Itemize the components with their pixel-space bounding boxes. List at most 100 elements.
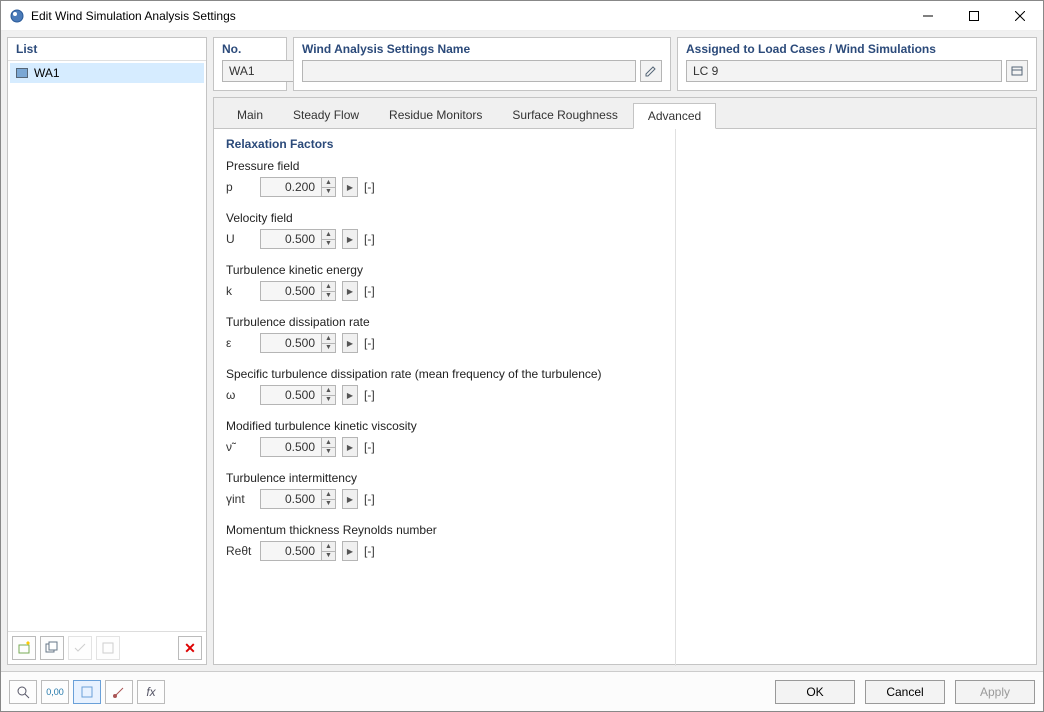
- param-unit: [-]: [364, 180, 375, 194]
- titlebar: Edit Wind Simulation Analysis Settings: [1, 1, 1043, 31]
- param-label: Turbulence intermittency: [226, 471, 663, 485]
- param-unit: [-]: [364, 492, 375, 506]
- footer-tool-button-1[interactable]: [105, 680, 133, 704]
- ok-button[interactable]: OK: [775, 680, 855, 704]
- footer-units-button[interactable]: 0,00: [41, 680, 69, 704]
- param-spinner[interactable]: ▲▼: [260, 229, 336, 249]
- param-spinner[interactable]: ▲▼: [260, 333, 336, 353]
- assigned-input[interactable]: [686, 60, 1002, 82]
- name-label: Wind Analysis Settings Name: [302, 42, 662, 56]
- param-block: Specific turbulence dissipation rate (me…: [226, 367, 663, 405]
- param-step-button[interactable]: ▶: [342, 229, 358, 249]
- list-header: List: [8, 38, 206, 61]
- footer-search-button[interactable]: [9, 680, 37, 704]
- item-icon: [16, 68, 28, 78]
- spinner-up-icon[interactable]: ▲: [322, 178, 335, 188]
- spinner-up-icon[interactable]: ▲: [322, 438, 335, 448]
- param-unit: [-]: [364, 440, 375, 454]
- assigned-label: Assigned to Load Cases / Wind Simulation…: [686, 42, 1028, 56]
- param-input[interactable]: [260, 229, 322, 249]
- param-block: Pressure fieldp▲▼▶[-]: [226, 159, 663, 197]
- param-symbol: γint: [226, 492, 254, 506]
- tab-surface-roughness[interactable]: Surface Roughness: [497, 102, 632, 128]
- maximize-button[interactable]: [951, 1, 997, 31]
- param-unit: [-]: [364, 284, 375, 298]
- cancel-button[interactable]: Cancel: [865, 680, 945, 704]
- footer: 0,00 fx OK Cancel Apply: [1, 671, 1043, 711]
- footer-view-button[interactable]: [73, 680, 101, 704]
- param-unit: [-]: [364, 336, 375, 350]
- new-item-button[interactable]: [12, 636, 36, 660]
- param-step-button[interactable]: ▶: [342, 489, 358, 509]
- spinner-up-icon[interactable]: ▲: [322, 282, 335, 292]
- toolbar-button-4: [96, 636, 120, 660]
- param-spinner[interactable]: ▲▼: [260, 385, 336, 405]
- param-input[interactable]: [260, 281, 322, 301]
- param-step-button[interactable]: ▶: [342, 541, 358, 561]
- edit-name-button[interactable]: [640, 60, 662, 82]
- param-step-button[interactable]: ▶: [342, 385, 358, 405]
- list-panel: List WA1 ✕: [7, 37, 207, 665]
- spinner-up-icon[interactable]: ▲: [322, 542, 335, 552]
- param-step-button[interactable]: ▶: [342, 281, 358, 301]
- tab-residue-monitors[interactable]: Residue Monitors: [374, 102, 497, 128]
- spinner-up-icon[interactable]: ▲: [322, 334, 335, 344]
- param-step-button[interactable]: ▶: [342, 177, 358, 197]
- tab-main[interactable]: Main: [222, 102, 278, 128]
- param-spinner[interactable]: ▲▼: [260, 281, 336, 301]
- param-block: Turbulence kinetic energyk▲▼▶[-]: [226, 263, 663, 301]
- param-symbol: ε: [226, 336, 254, 350]
- spinner-down-icon[interactable]: ▼: [322, 344, 335, 353]
- main-panel: Main Steady Flow Residue Monitors Surfac…: [213, 97, 1037, 665]
- app-icon: [9, 8, 25, 24]
- list-item-label: WA1: [34, 66, 60, 80]
- minimize-button[interactable]: [905, 1, 951, 31]
- param-spinner[interactable]: ▲▼: [260, 489, 336, 509]
- param-input[interactable]: [260, 489, 322, 509]
- param-spinner[interactable]: ▲▼: [260, 437, 336, 457]
- spinner-down-icon[interactable]: ▼: [322, 396, 335, 405]
- tab-steady-flow[interactable]: Steady Flow: [278, 102, 374, 128]
- param-input[interactable]: [260, 437, 322, 457]
- assigned-picker-button[interactable]: [1006, 60, 1028, 82]
- param-label: Velocity field: [226, 211, 663, 225]
- param-symbol: ω: [226, 388, 254, 402]
- tab-advanced[interactable]: Advanced: [633, 103, 716, 129]
- param-symbol: ν̃: [226, 440, 254, 454]
- tabs: Main Steady Flow Residue Monitors Surfac…: [214, 98, 1036, 128]
- close-button[interactable]: [997, 1, 1043, 31]
- footer-fx-button[interactable]: fx: [137, 680, 165, 704]
- param-input[interactable]: [260, 333, 322, 353]
- param-input[interactable]: [260, 541, 322, 561]
- spinner-up-icon[interactable]: ▲: [322, 490, 335, 500]
- param-input[interactable]: [260, 177, 322, 197]
- spinner-down-icon[interactable]: ▼: [322, 188, 335, 197]
- param-step-button[interactable]: ▶: [342, 333, 358, 353]
- spinner-down-icon[interactable]: ▼: [322, 240, 335, 249]
- spinner-down-icon[interactable]: ▼: [322, 448, 335, 457]
- spinner-up-icon[interactable]: ▲: [322, 386, 335, 396]
- param-spinner[interactable]: ▲▼: [260, 177, 336, 197]
- spinner-down-icon[interactable]: ▼: [322, 500, 335, 509]
- param-symbol: Reθt: [226, 544, 254, 558]
- param-block: Turbulence intermittency γint ▲▼ ▶ [-]: [226, 471, 663, 509]
- spinner-down-icon[interactable]: ▼: [322, 292, 335, 301]
- param-unit: [-]: [364, 232, 375, 246]
- toolbar-button-3: [68, 636, 92, 660]
- delete-item-button[interactable]: ✕: [178, 636, 202, 660]
- param-step-button[interactable]: ▶: [342, 437, 358, 457]
- name-input[interactable]: [302, 60, 636, 82]
- list-item[interactable]: WA1: [10, 63, 204, 83]
- no-box: No.: [213, 37, 287, 91]
- param-unit: [-]: [364, 544, 375, 558]
- param-spinner[interactable]: ▲▼: [260, 541, 336, 561]
- param-input[interactable]: [260, 385, 322, 405]
- spinner-up-icon[interactable]: ▲: [322, 230, 335, 240]
- param-block: Momentum thickness Reynolds numberReθt▲▼…: [226, 523, 663, 561]
- spinner-down-icon[interactable]: ▼: [322, 552, 335, 561]
- preview-area: [676, 129, 1036, 666]
- window-title: Edit Wind Simulation Analysis Settings: [31, 9, 905, 23]
- param-label: Turbulence dissipation rate: [226, 315, 663, 329]
- param-label: Pressure field: [226, 159, 663, 173]
- copy-item-button[interactable]: [40, 636, 64, 660]
